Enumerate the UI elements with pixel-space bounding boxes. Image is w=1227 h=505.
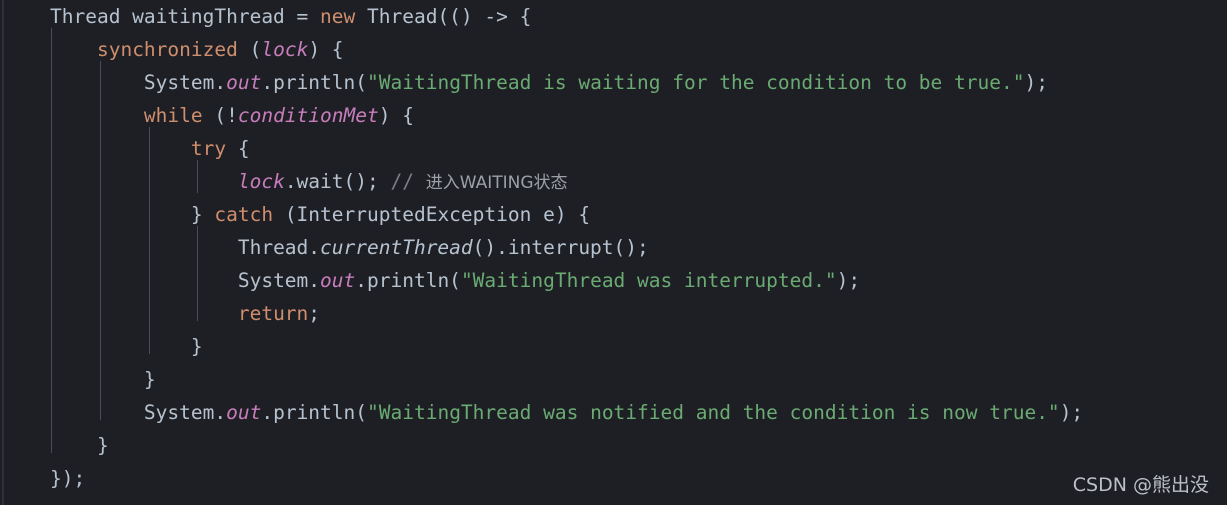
code-token-plain: ().interrupt(); — [472, 236, 649, 259]
code-token-plain: Thread. — [237, 236, 321, 259]
code-token-plain: ) { — [308, 38, 344, 61]
code-token-field: out — [320, 269, 356, 292]
code-token-field: out — [226, 71, 262, 94]
code-line-content: System.out.println("WaitingThread is wai… — [0, 71, 1048, 94]
code-line[interactable]: Thread waitingThread = new Thread(() -> … — [0, 0, 531, 33]
code-line[interactable]: synchronized (lock) { — [0, 33, 344, 66]
code-token-plain: .wait(); — [284, 170, 391, 193]
code-token-plain: Thread(() -> { — [355, 5, 532, 28]
code-token-plain: (! — [202, 104, 238, 127]
code-token-plain: System. — [143, 401, 227, 424]
code-token-string: "WaitingThread was notified and the cond… — [367, 401, 1060, 424]
code-token-plain: .println( — [261, 401, 368, 424]
code-token-comment-cn: 进入WAITING状态 — [425, 173, 568, 193]
code-token-plain: } — [190, 335, 203, 358]
code-line[interactable]: } catch (InterruptedException e) { — [0, 198, 590, 231]
code-screenshot: Thread waitingThread = new Thread(() -> … — [0, 0, 1227, 505]
code-token-plain: ); — [1059, 401, 1084, 424]
code-token-field: lock — [261, 38, 309, 61]
code-token-plain: System. — [143, 71, 227, 94]
code-line[interactable]: System.out.println("WaitingThread was in… — [0, 264, 860, 297]
code-token-method-italic: currentThread — [320, 236, 473, 259]
code-token-plain: ; — [308, 302, 321, 325]
code-token-plain: .println( — [261, 71, 368, 94]
code-token-plain: }); — [50, 467, 86, 490]
code-line-content: lock.wait(); // 进入WAITING状态 — [0, 170, 568, 193]
code-token-string: "WaitingThread was interrupted." — [460, 269, 837, 292]
code-token-plain: { — [226, 137, 250, 160]
code-line-content: while (!conditionMet) { — [0, 104, 414, 127]
code-line[interactable]: System.out.println("WaitingThread was no… — [0, 396, 1083, 429]
code-token-plain: ( — [237, 38, 262, 61]
code-line-content: } — [0, 368, 156, 391]
code-token-plain: } — [190, 203, 215, 226]
code-token-field: conditionMet — [237, 104, 379, 127]
code-token-keyword: try — [190, 137, 227, 160]
code-token-plain: .println( — [355, 269, 461, 292]
code-token-plain: ); — [1024, 71, 1048, 94]
code-token-string: "WaitingThread is waiting for the condit… — [367, 71, 1025, 94]
code-line-content: } — [0, 335, 203, 358]
code-token-field: out — [226, 401, 262, 424]
code-token-plain: ) { — [378, 104, 414, 127]
code-editor-area[interactable]: Thread waitingThread = new Thread(() -> … — [0, 0, 1227, 505]
code-line[interactable]: }); — [0, 462, 85, 495]
code-token-keyword: synchronized — [96, 38, 238, 61]
code-line[interactable]: while (!conditionMet) { — [0, 99, 414, 132]
code-token-plain: System. — [237, 269, 321, 292]
code-line[interactable]: lock.wait(); // 进入WAITING状态 — [0, 165, 568, 198]
code-line-content: } catch (InterruptedException e) { — [0, 203, 590, 226]
code-token-keyword: new — [320, 5, 356, 28]
code-token-comment: // — [390, 170, 426, 193]
code-token-plain: (InterruptedException e) { — [273, 203, 591, 226]
code-token-plain: Thread waitingThread = — [50, 5, 321, 28]
code-line-content: Thread.currentThread().interrupt(); — [0, 236, 649, 259]
code-line[interactable]: } — [0, 363, 156, 396]
code-line[interactable]: } — [0, 330, 203, 363]
csdn-watermark: CSDN @熊出没 — [1072, 474, 1209, 496]
code-line[interactable]: System.out.println("WaitingThread is wai… — [0, 66, 1048, 99]
code-line-content: try { — [0, 137, 250, 160]
code-line-content: Thread waitingThread = new Thread(() -> … — [0, 5, 531, 28]
code-token-field: lock — [237, 170, 285, 193]
code-line[interactable]: try { — [0, 132, 250, 165]
code-line-content: System.out.println("WaitingThread was no… — [0, 401, 1083, 424]
code-token-keyword: while — [143, 104, 203, 127]
code-line-content: return; — [0, 302, 320, 325]
code-line-content: } — [0, 434, 109, 457]
code-line-content: synchronized (lock) { — [0, 38, 344, 61]
code-line-content: System.out.println("WaitingThread was in… — [0, 269, 860, 292]
code-token-keyword: catch — [214, 203, 274, 226]
code-line-content: }); — [0, 467, 85, 490]
code-line[interactable]: Thread.currentThread().interrupt(); — [0, 231, 649, 264]
code-token-plain: ); — [836, 269, 861, 292]
code-token-plain: } — [96, 434, 109, 457]
code-token-plain: } — [143, 368, 156, 391]
code-line[interactable]: } — [0, 429, 109, 462]
code-line[interactable]: return; — [0, 297, 320, 330]
code-token-keyword: return — [237, 302, 309, 325]
